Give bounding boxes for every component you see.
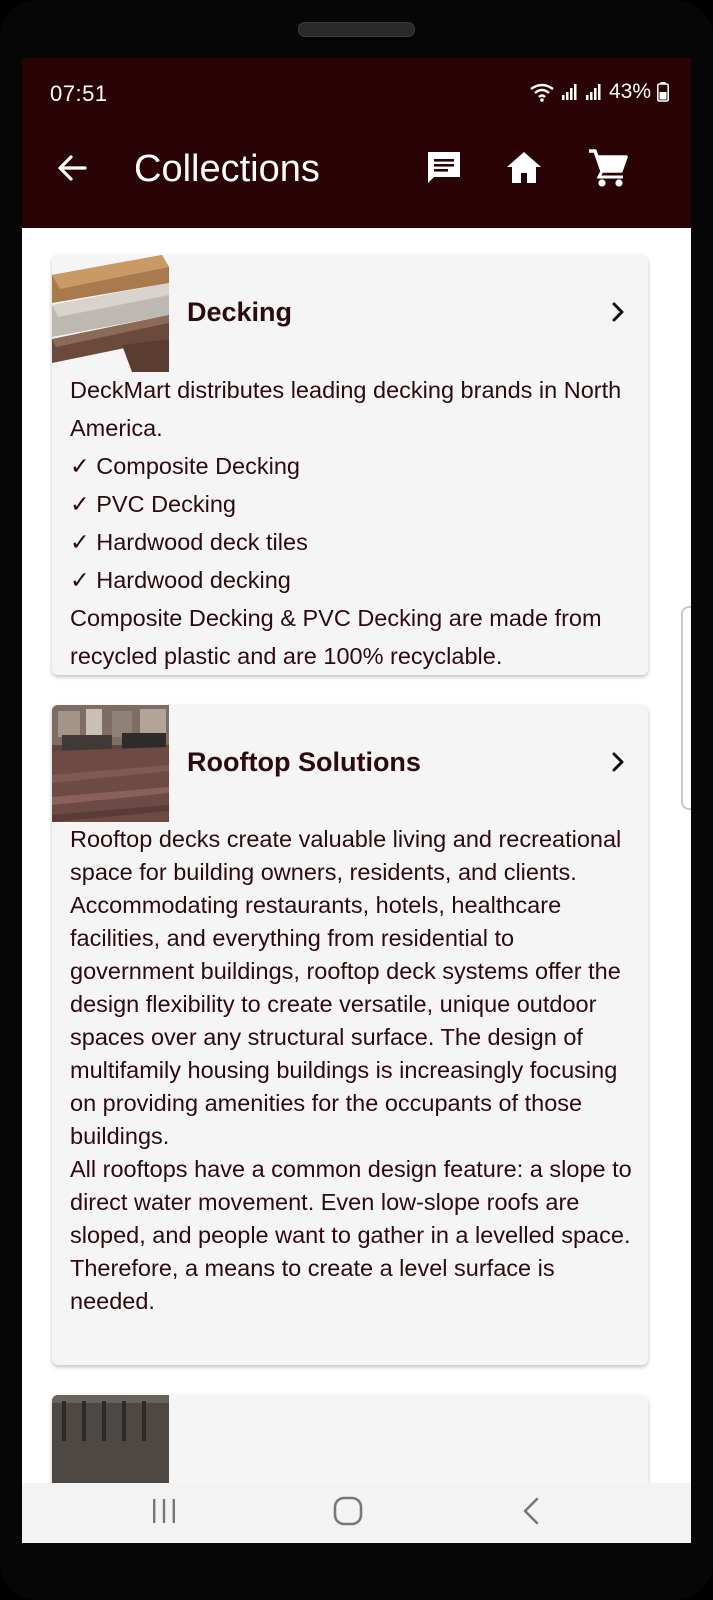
collection-card-partial[interactable] xyxy=(52,1395,648,1483)
chat-icon xyxy=(424,148,464,193)
system-nav-bar xyxy=(22,1483,691,1543)
status-icons: 43% xyxy=(529,80,669,104)
back-button[interactable] xyxy=(52,150,92,190)
cart-icon xyxy=(587,147,629,194)
rooftop-thumbnail xyxy=(52,705,169,822)
recents-button[interactable] xyxy=(124,1483,204,1543)
chevron-right-icon[interactable] xyxy=(606,750,630,774)
collection-card-rooftop[interactable]: Rooftop Solutions Rooftop decks create v… xyxy=(52,705,648,1365)
collection-thumbnail xyxy=(52,1395,169,1483)
collection-card-decking[interactable]: Decking DeckMart distributes leading dec… xyxy=(52,255,648,675)
collection-title: Decking xyxy=(187,297,293,327)
decking-thumbnail xyxy=(52,255,169,372)
phone-frame: 07:51 43% Collections Decking DeckMart d… xyxy=(0,0,713,1600)
collection-title: Rooftop Solutions xyxy=(187,747,421,777)
signal-icon xyxy=(561,83,579,101)
battery-icon xyxy=(657,82,669,102)
cart-button[interactable] xyxy=(586,148,630,192)
home-button[interactable] xyxy=(502,148,546,192)
collection-description: Rooftop decks create valuable living and… xyxy=(70,826,632,1314)
phone-speaker xyxy=(298,22,415,37)
collection-description: DeckMart distributes leading decking bra… xyxy=(70,377,622,669)
page-title: Collections xyxy=(134,148,320,190)
home-button-icon xyxy=(332,1495,364,1532)
collections-list: Decking DeckMart distributes leading dec… xyxy=(22,228,691,1483)
app-bar: Collections xyxy=(22,112,691,228)
home-icon xyxy=(504,148,544,193)
wifi-icon xyxy=(529,82,555,102)
status-time: 07:51 xyxy=(50,81,108,106)
battery-percent: 43% xyxy=(608,80,651,103)
recents-icon xyxy=(149,1496,179,1531)
chat-button[interactable] xyxy=(422,148,466,192)
status-bar: 07:51 43% xyxy=(22,58,691,112)
back-chevron-icon xyxy=(517,1496,547,1531)
system-home-button[interactable] xyxy=(308,1483,388,1543)
screen: 07:51 43% Collections Decking DeckMart d… xyxy=(22,58,691,1543)
scroll-indicator[interactable] xyxy=(681,606,691,810)
signal-icon xyxy=(585,83,603,101)
system-back-button[interactable] xyxy=(492,1483,572,1543)
arrow-left-icon xyxy=(56,152,88,189)
chevron-right-icon[interactable] xyxy=(606,300,630,324)
